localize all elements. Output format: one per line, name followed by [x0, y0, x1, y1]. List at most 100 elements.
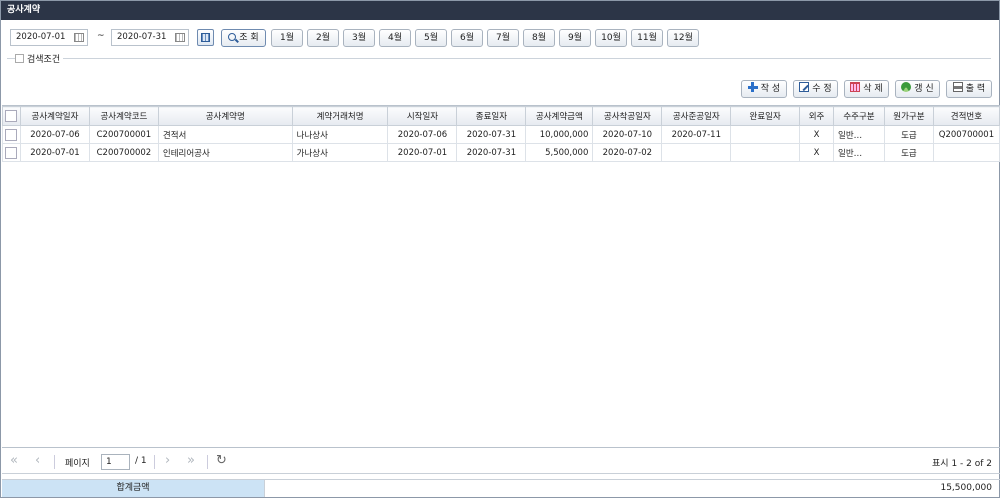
table-cell: 2020-07-31: [456, 125, 527, 144]
pager-divider: [207, 455, 208, 469]
table-cell: 2020-07-11: [661, 125, 732, 144]
date-to-value: 2020-07-31: [117, 32, 167, 42]
month-button-8[interactable]: 8월: [523, 29, 555, 47]
select-all-checkbox[interactable]: [5, 110, 18, 122]
table-cell: [661, 143, 732, 162]
column-header[interactable]: 종료일자: [456, 106, 527, 126]
pager-info: 표시 1 - 2 of 2: [932, 459, 992, 469]
table-cell: 인테리어공사: [157, 143, 293, 162]
printer-icon: [952, 82, 963, 92]
page-total: / 1: [135, 456, 147, 466]
row-checkbox[interactable]: [5, 128, 18, 141]
delete-label: 삭 제: [863, 84, 883, 94]
next-page-icon[interactable]: ›: [165, 454, 170, 468]
table-cell: Q200700001: [932, 125, 1000, 144]
month-button-2[interactable]: 2월: [307, 29, 339, 47]
table-cell: 10,000,000: [525, 125, 594, 144]
contract-table: 공사계약일자 공사계약코드 공사계약명 계약거래처명 시작일자 종료일자 공사계약금액 공사착…: [2, 106, 1000, 162]
print-button[interactable]: 출 력: [946, 80, 992, 98]
print-label: 출 력: [965, 84, 986, 94]
table-cell: X: [799, 125, 835, 144]
column-header[interactable]: 원가구분: [883, 106, 934, 126]
calendar-icon[interactable]: [74, 33, 84, 42]
column-header[interactable]: 공사계약코드: [88, 106, 159, 126]
month-button-7[interactable]: 7월: [487, 29, 519, 47]
table-cell: 2020-07-01: [19, 143, 90, 162]
column-header[interactable]: 공사계약금액: [525, 106, 594, 126]
last-page-icon[interactable]: »: [187, 454, 195, 468]
month-button-4[interactable]: 4월: [379, 29, 411, 47]
row-select-cell[interactable]: [2, 143, 21, 162]
row-checkbox[interactable]: [5, 146, 18, 159]
pager-divider: [154, 455, 155, 469]
table-cell: [730, 143, 801, 162]
condition-label: 검색조건: [27, 55, 61, 65]
month-button-10[interactable]: 10월: [595, 29, 627, 47]
calendar-icon: [201, 33, 210, 42]
page-input[interactable]: 1: [101, 454, 130, 470]
refresh-label: 갱 신: [914, 84, 934, 94]
create-button[interactable]: 작 성: [741, 80, 787, 98]
column-header[interactable]: 수주구분: [833, 106, 885, 126]
pager-divider: [54, 455, 55, 469]
month-button-1[interactable]: 1월: [271, 29, 303, 47]
column-header[interactable]: 계약거래처명: [291, 106, 389, 126]
table-cell: 일반…: [833, 125, 885, 144]
total-value: 15,500,000: [940, 483, 992, 493]
month-button-6[interactable]: 6월: [451, 29, 483, 47]
condition-divider: [7, 58, 991, 59]
date-from-value: 2020-07-01: [16, 32, 66, 42]
table-cell: 가나상사: [291, 143, 389, 162]
pager: « ‹ 페이지 1 / 1 › » ↻ 표시 1 - 2 of 2: [2, 449, 1000, 474]
delete-button[interactable]: 삭 제: [844, 80, 889, 98]
column-header[interactable]: 시작일자: [387, 106, 458, 126]
table-cell: 2020-07-31: [456, 143, 527, 162]
table-cell: 일반…: [833, 143, 885, 162]
column-header[interactable]: 완료일자: [730, 106, 801, 126]
month-button-11[interactable]: 11월: [631, 29, 663, 47]
table-cell: [932, 143, 1000, 162]
edit-button[interactable]: 수 정: [793, 80, 838, 98]
month-button-9[interactable]: 9월: [559, 29, 591, 47]
calendar-button[interactable]: [197, 29, 214, 46]
table-cell: X: [799, 143, 835, 162]
table-cell: 2020-07-10: [592, 125, 663, 144]
refresh-button[interactable]: 갱 신: [895, 80, 940, 98]
column-header[interactable]: 공사계약명: [157, 106, 293, 126]
header-select-all[interactable]: [2, 106, 21, 126]
calendar-icon[interactable]: [175, 33, 185, 42]
table-cell: 2020-07-06: [387, 125, 458, 144]
search-button[interactable]: 조 회: [221, 29, 266, 47]
first-page-icon[interactable]: «: [10, 454, 18, 468]
column-header[interactable]: 공사준공일자: [661, 106, 732, 126]
date-from-input[interactable]: 2020-07-01: [10, 29, 88, 46]
table-cell: [730, 125, 801, 144]
contract-window: 공사계약 2020-07-01 ~ 2020-07-31 조 회 1월 2월 3월 4…: [0, 0, 1000, 498]
condition-checkbox[interactable]: [15, 54, 24, 63]
create-label: 작 성: [760, 84, 781, 94]
date-to-input[interactable]: 2020-07-31: [111, 29, 189, 46]
prev-page-icon[interactable]: ‹: [35, 454, 40, 468]
table-cell: 도급: [883, 125, 934, 144]
month-button-12[interactable]: 12월: [667, 29, 699, 47]
total-bar: 합계금액 15,500,000: [2, 479, 1000, 497]
table-row[interactable]: 2020-07-06 C200700001 견적서 나나상사 2020-07-06 202…: [2, 125, 1000, 144]
trash-icon: [850, 82, 861, 92]
month-button-5[interactable]: 5월: [415, 29, 447, 47]
reload-icon[interactable]: ↻: [216, 454, 227, 468]
table-cell: 2020-07-02: [592, 143, 663, 162]
month-button-3[interactable]: 3월: [343, 29, 375, 47]
table-cell: 나나상사: [291, 125, 389, 144]
row-select-cell[interactable]: [2, 125, 21, 144]
table-cell: 5,500,000: [525, 143, 594, 162]
edit-label: 수 정: [812, 84, 832, 94]
search-icon: [228, 33, 237, 41]
table-row[interactable]: 2020-07-01 C200700002 인테리어공사 가나상사 2020-07-01…: [2, 143, 1000, 162]
search-condition-toggle[interactable]: 검색조건: [15, 52, 64, 65]
table-cell: C200700001: [88, 125, 159, 144]
column-header[interactable]: 공사계약일자: [19, 106, 90, 126]
refresh-icon: [901, 82, 912, 92]
column-header[interactable]: 외주: [799, 106, 835, 126]
column-header[interactable]: 공사착공일자: [592, 106, 663, 126]
column-header[interactable]: 견적번호: [932, 106, 1000, 126]
